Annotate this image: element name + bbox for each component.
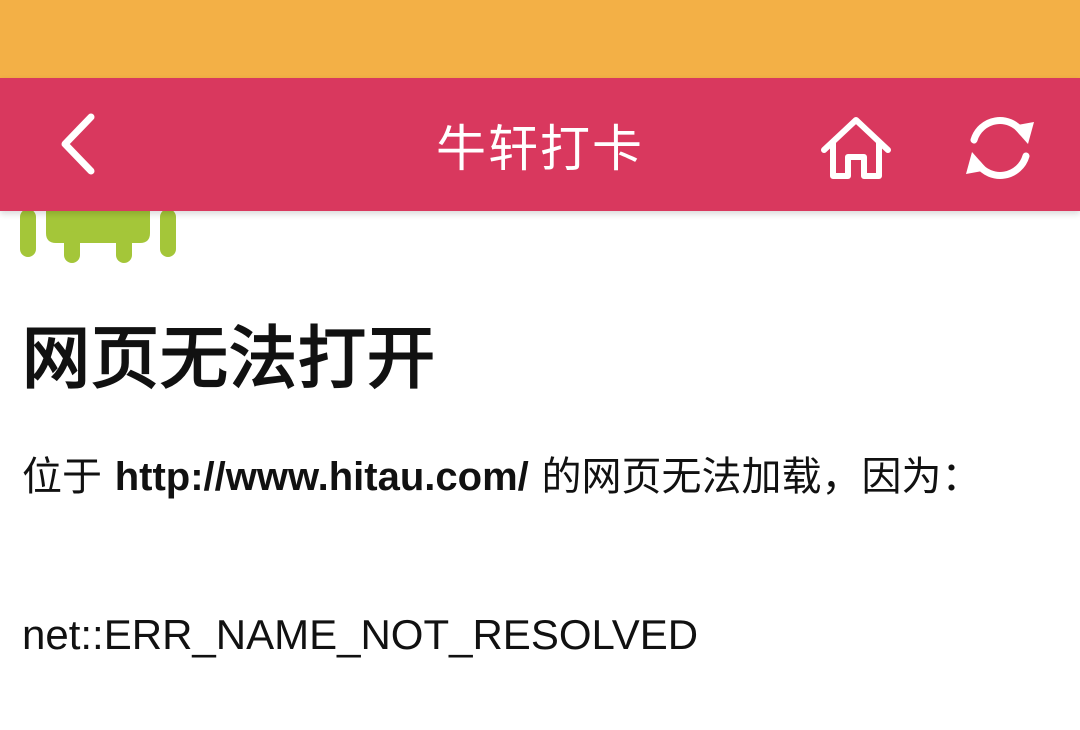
error-description-suffix: 的网页无法加载，因为： [528, 454, 982, 500]
status-bar [0, 0, 1080, 78]
home-button[interactable] [812, 104, 900, 192]
error-description: 位于 http://www.hitau.com/ 的网页无法加载，因为： [22, 447, 1058, 507]
android-robot-icon [20, 211, 176, 263]
chevron-left-icon [61, 113, 95, 175]
error-heading: 网页无法打开 [22, 320, 437, 399]
error-page: 网页无法打开 位于 http://www.hitau.com/ 的网页无法加载，… [0, 211, 1080, 730]
error-code: net::ERR_NAME_NOT_RESOLVED [22, 611, 699, 658]
error-description-prefix: 位于 [22, 454, 115, 500]
back-button[interactable] [40, 104, 120, 184]
refresh-icon [966, 117, 1034, 179]
app-bar: 牛轩打卡 [0, 78, 1080, 211]
error-url: http://www.hitau.com/ [114, 455, 529, 499]
home-icon [821, 117, 891, 179]
app-title: 牛轩打卡 [436, 119, 644, 178]
refresh-button[interactable] [952, 104, 1048, 192]
